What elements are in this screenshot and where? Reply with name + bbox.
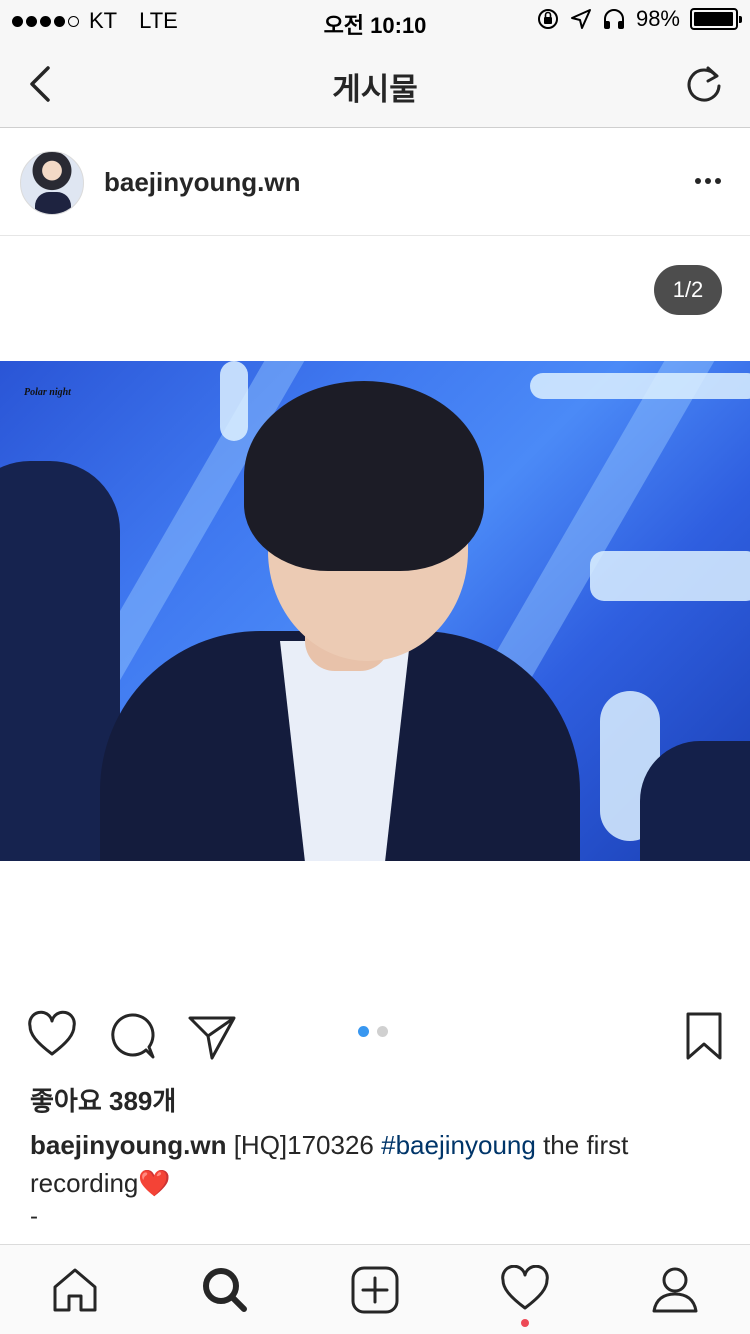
battery-fill (694, 12, 734, 26)
status-right: 98% (536, 6, 742, 32)
more-dot (705, 178, 711, 184)
post-photo[interactable]: Polar night (0, 361, 750, 861)
battery-icon (690, 8, 742, 30)
location-arrow-icon (570, 9, 591, 29)
caption-text: [HQ]170326 (233, 1130, 374, 1160)
post-username[interactable]: baejinyoung.wn (104, 167, 300, 198)
like-button[interactable] (26, 1010, 78, 1062)
share-button[interactable] (186, 1010, 238, 1062)
more-options-button[interactable] (690, 169, 726, 193)
orientation-lock-icon (537, 9, 558, 29)
add-post-icon (351, 1266, 399, 1314)
tab-add-post[interactable] (350, 1265, 400, 1315)
tab-home[interactable] (50, 1265, 100, 1315)
refresh-icon (687, 66, 721, 102)
avatar-figure (35, 192, 71, 214)
comment-button[interactable] (106, 1010, 158, 1062)
more-dot (715, 178, 721, 184)
carousel-page-indicator: 1/2 (654, 265, 722, 315)
battery-percent: 98% (635, 6, 680, 31)
page-title: 게시물 (332, 72, 418, 107)
activity-heart-icon (501, 1264, 549, 1310)
post-caption: baejinyoung.wn [HQ]170326 #baejinyoung t… (30, 1126, 720, 1202)
paper-plane-icon (188, 1016, 236, 1060)
photo-watermark: Polar night (24, 387, 71, 398)
status-bar: KT LTE 오전 10:10 98% (0, 0, 750, 40)
tab-activity[interactable] (500, 1264, 550, 1315)
carousel-dot-active (358, 1026, 369, 1037)
tab-profile[interactable] (650, 1265, 700, 1315)
avatar[interactable] (20, 151, 84, 215)
search-icon (203, 1268, 247, 1312)
post-header: baejinyoung.wn (0, 129, 750, 236)
save-button[interactable] (678, 1010, 730, 1062)
headphones-icon (603, 9, 624, 29)
tab-search[interactable] (200, 1265, 250, 1315)
notification-dot (521, 1319, 529, 1327)
caption-second-line: - (30, 1203, 38, 1230)
post-action-bar (0, 1000, 750, 1070)
more-dot (695, 178, 701, 184)
carousel-dots (358, 1026, 388, 1037)
tab-bar (0, 1244, 750, 1334)
bookmark-icon (686, 1012, 722, 1060)
heart-outline-icon (28, 1010, 76, 1056)
caption-hashtag[interactable]: #baejinyoung (381, 1130, 536, 1160)
red-heart-icon: ❤️ (138, 1168, 171, 1198)
profile-icon (652, 1267, 698, 1313)
caption-username[interactable]: baejinyoung.wn (30, 1130, 226, 1160)
comment-bubble-icon (111, 1013, 155, 1059)
refresh-button[interactable] (682, 62, 726, 106)
post-media[interactable]: 1/2 Polar night (0, 237, 750, 997)
home-icon (53, 1268, 97, 1312)
likes-count[interactable]: 좋아요 389개 (30, 1081, 176, 1118)
nav-header: 게시물 (0, 40, 750, 128)
carousel-dot (377, 1026, 388, 1037)
